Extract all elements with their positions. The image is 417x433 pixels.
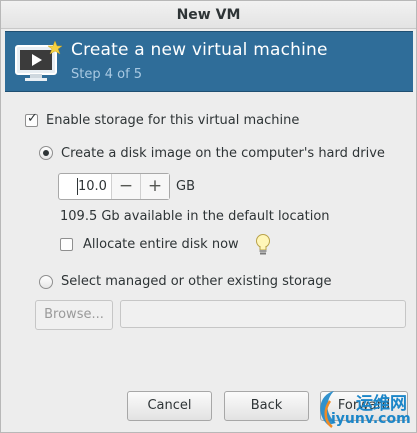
- minus-icon: −: [118, 176, 134, 196]
- back-button[interactable]: Back: [224, 391, 309, 421]
- check-icon: ✓: [27, 111, 38, 126]
- managed-storage-label[interactable]: Select managed or other existing storage: [61, 274, 331, 289]
- cancel-button[interactable]: Cancel: [127, 391, 212, 421]
- monitor-play-icon: [15, 40, 62, 81]
- enable-storage-checkbox[interactable]: ✓: [25, 111, 38, 127]
- wizard-step: Step 4 of 5: [71, 67, 143, 82]
- create-disk-radio[interactable]: [39, 146, 53, 160]
- create-disk-label[interactable]: Create a disk image on the computer's ha…: [61, 146, 385, 161]
- lightbulb-icon[interactable]: [254, 233, 272, 257]
- managed-storage-radio[interactable]: [39, 275, 53, 289]
- text-cursor: [77, 178, 78, 195]
- radio-dot: [43, 150, 49, 156]
- wizard-title: Create a new virtual machine: [71, 40, 328, 60]
- disk-size-spinner[interactable]: − +: [58, 173, 170, 200]
- allocate-disk-label[interactable]: Allocate entire disk now: [83, 237, 239, 252]
- increment-button[interactable]: +: [140, 174, 169, 199]
- storage-path-input[interactable]: [120, 300, 406, 328]
- browse-button[interactable]: Browse...: [35, 300, 113, 330]
- wizard-banner: Create a new virtual machine Step 4 of 5: [5, 31, 413, 92]
- enable-storage-label[interactable]: Enable storage for this virtual machine: [46, 113, 299, 128]
- disk-size-unit: GB: [176, 179, 195, 194]
- decrement-button[interactable]: −: [111, 174, 140, 199]
- window-title: New VM: [1, 1, 416, 29]
- available-space-text: 109.5 Gb available in the default locati…: [60, 209, 330, 224]
- allocate-disk-checkbox[interactable]: [60, 238, 73, 251]
- disk-size-input[interactable]: [59, 174, 111, 199]
- new-vm-dialog: New VM Create a new virtual machine Step…: [0, 0, 417, 433]
- watermark-url-text: iyunv.com: [331, 411, 411, 427]
- plus-icon: +: [147, 176, 163, 196]
